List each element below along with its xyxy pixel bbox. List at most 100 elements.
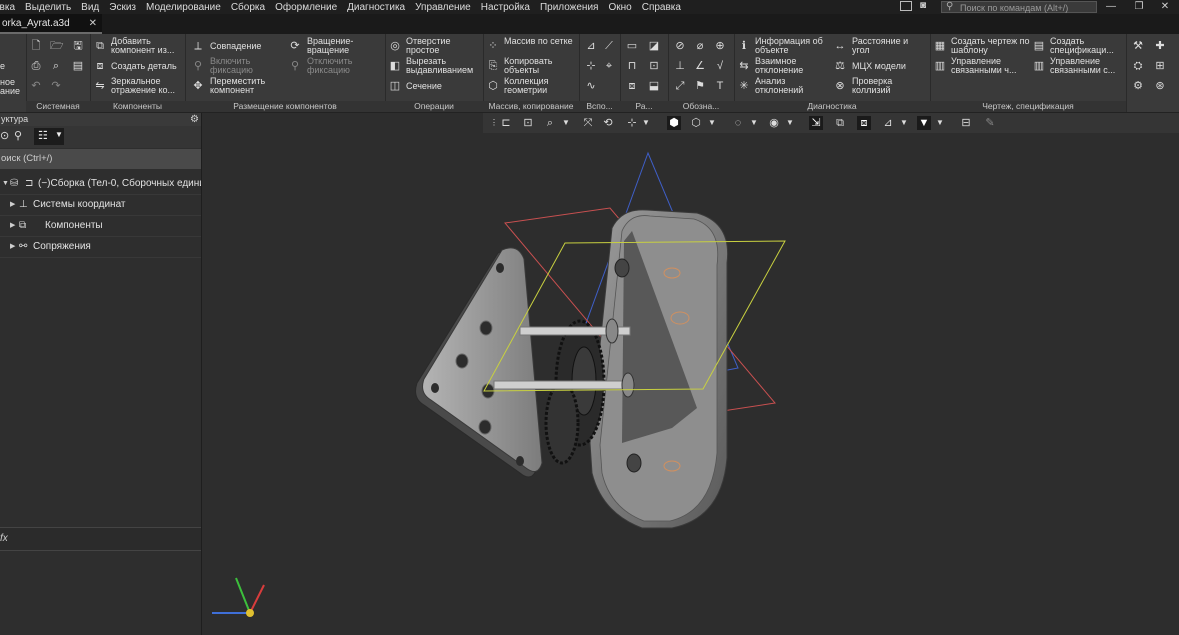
menu-modeling[interactable]: Моделирование — [146, 2, 227, 13]
restore-button[interactable]: ❐ — [1125, 0, 1153, 14]
document-tab[interactable]: orka_Ayrat.a3d ✕ — [0, 14, 102, 34]
tree-view-select[interactable]: ☷ ▼ — [34, 128, 64, 145]
angle-dimension-icon[interactable]: ∠ — [694, 60, 706, 72]
open-folder-icon[interactable]: 🗁 — [50, 40, 64, 52]
menu-design[interactable]: Оформление — [275, 2, 343, 13]
expand-arrow-icon[interactable]: ▶ — [10, 215, 15, 236]
extra-tool-3-icon[interactable]: ⛭ — [1132, 60, 1144, 72]
object-info-button[interactable]: Информация об объекте — [755, 37, 835, 55]
deviation-analysis-button[interactable]: Анализ отклонений — [755, 77, 835, 95]
system-label-1[interactable]: е — [0, 62, 5, 71]
create-part-button[interactable]: Создать деталь — [111, 62, 177, 71]
menu-help[interactable]: Справка — [642, 2, 687, 13]
tree-item-components[interactable]: ▶ ⧉ Компоненты — [0, 215, 201, 237]
ra-body-icon[interactable]: ⬓ — [648, 80, 660, 92]
create-drawing-button[interactable]: Создать чертеж по шаблону — [951, 37, 1031, 55]
menu-assembly[interactable]: Сборка — [231, 2, 271, 13]
ra-edge-icon[interactable]: ⊓ — [626, 60, 638, 72]
mark-icon[interactable]: ⚑ — [694, 80, 706, 92]
close-window-button[interactable]: ✕ — [1151, 0, 1179, 14]
mirror-component-button[interactable]: Зеркальное отражение ко... — [111, 77, 183, 95]
camera-icon[interactable]: ◙ — [920, 0, 926, 11]
disable-fix-button[interactable]: Отключить фиксацию — [307, 57, 377, 75]
diameter-icon[interactable]: ⌀ — [694, 40, 706, 52]
close-tab-icon[interactable]: ✕ — [89, 14, 97, 34]
aux-curve-icon[interactable]: ∿ — [585, 80, 597, 92]
menu-sketch[interactable]: Эскиз — [109, 2, 142, 13]
aux-point-icon[interactable]: ⊹ — [585, 60, 597, 72]
extra-tool-5-icon[interactable]: ⚙ — [1132, 80, 1144, 92]
ra-face-icon[interactable]: ⊡ — [648, 60, 660, 72]
add-component-button[interactable]: Добавить компонент из... — [111, 37, 183, 55]
move-component-button[interactable]: Переместить компонент — [210, 77, 280, 95]
assembly-model-render[interactable] — [202, 113, 1179, 635]
mass-properties-button[interactable]: МЦХ модели — [852, 62, 906, 71]
ra-shape-icon[interactable]: ⧈ — [626, 80, 638, 92]
extra-tool-2-icon[interactable]: ✚ — [1154, 40, 1166, 52]
menu-apps[interactable]: Приложения — [540, 2, 605, 13]
aux-axis-icon[interactable]: ⟋ — [603, 40, 615, 52]
expand-arrow-icon[interactable]: ▶ — [10, 236, 15, 257]
save-icon[interactable]: 🖫 — [72, 40, 84, 52]
distance-angle-button[interactable]: Расстояние и угол — [852, 37, 928, 55]
menu-management[interactable]: Управление — [415, 2, 477, 13]
3d-viewport[interactable]: ⋮ ⊏ ⊡ ⌕ ▼ ⤧ ⟲ ⊹ ▼ ⬢ ⬡ ▼ ◌ ▼ ◉ ▼ ⇲ ⧉ ⧈ ⊿ … — [202, 113, 1179, 635]
redo-icon[interactable]: ↷ — [50, 80, 62, 92]
rotate-button[interactable]: Вращение-вращение — [307, 37, 377, 55]
leader-icon[interactable]: ⤢ — [674, 80, 686, 92]
tree-item-mates[interactable]: ▶ ⚯ Сопряжения — [0, 236, 201, 258]
command-search-input[interactable]: ⚲ Поиск по командам (Alt+/) — [941, 1, 1097, 13]
gear-icon[interactable]: ⚙ — [190, 113, 199, 126]
axis-origin — [246, 609, 254, 617]
collapse-arrow-icon[interactable]: ▼ — [2, 173, 9, 194]
menu-diagnostics[interactable]: Диагностика — [347, 2, 411, 13]
manage-linked-spec-button[interactable]: Управление связанными с... — [1050, 57, 1124, 75]
new-file-icon[interactable]: 🗋 — [30, 40, 42, 52]
text-icon[interactable]: T — [714, 80, 726, 92]
create-spec-button[interactable]: Создать спецификаци... — [1050, 37, 1124, 55]
linear-dimension-icon[interactable]: ⊥ — [674, 60, 686, 72]
geometry-collection-button[interactable]: Коллекция геометрии — [504, 77, 576, 95]
menu-window[interactable]: Окно — [608, 2, 637, 13]
extra-tool-1-icon[interactable]: ⚒ — [1132, 40, 1144, 52]
menu-settings[interactable]: Настройка — [481, 2, 536, 13]
tree-item-label: Системы координат — [33, 199, 126, 210]
window-icon[interactable] — [900, 1, 912, 11]
extra-tool-6-icon[interactable]: ⊛ — [1154, 80, 1166, 92]
menu-view[interactable]: Вид — [81, 2, 105, 13]
mirror-icon: ⇋ — [95, 80, 105, 92]
extra-tool-4-icon[interactable]: ⊞ — [1154, 60, 1166, 72]
roughness-icon[interactable]: √ — [714, 60, 726, 72]
aux-plane-icon[interactable]: ⊿ — [585, 40, 597, 52]
tree-search-input[interactable]: оиск (Ctrl+/) — [0, 149, 201, 169]
cut-extrude-button[interactable]: Вырезать выдавливанием — [406, 57, 482, 75]
section-button[interactable]: Сечение — [406, 82, 442, 91]
tree-filter-icon[interactable]: ⚲ — [14, 129, 22, 142]
preview-icon[interactable]: ⌕ — [50, 60, 62, 72]
copy-objects-button[interactable]: Копировать объекты — [504, 57, 576, 75]
minimize-button[interactable]: — — [1097, 0, 1125, 14]
coincidence-button[interactable]: Совпадение — [210, 42, 261, 51]
dimension-icon[interactable]: ⊘ — [674, 40, 686, 52]
radius-icon[interactable]: ⊕ — [714, 40, 726, 52]
properties-icon[interactable]: ▤ — [72, 60, 84, 72]
array-grid-button[interactable]: Массив по сетке — [504, 37, 576, 46]
undo-icon[interactable]: ↶ — [30, 80, 42, 92]
print-icon[interactable]: ⎙ — [30, 60, 42, 72]
tree-camera-icon[interactable]: ⊙ — [0, 129, 9, 142]
enable-fix-button[interactable]: Включить фиксацию — [210, 57, 270, 75]
formula-icon[interactable]: fx — [0, 533, 8, 544]
mutual-deviation-button[interactable]: Взаимное отклонение — [755, 57, 835, 75]
ra-box-icon[interactable]: ▭ — [626, 40, 638, 52]
expand-arrow-icon[interactable]: ▶ — [10, 194, 15, 215]
ra-solid-icon[interactable]: ◪ — [648, 40, 660, 52]
tree-item-assembly[interactable]: ▼ ⛁ ⊐ (−)Сборка (Тел-0, Сборочных едини — [0, 173, 201, 195]
collision-check-button[interactable]: Проверка коллизий — [852, 77, 928, 95]
menu-edit[interactable]: авка — [0, 2, 21, 13]
menu-select[interactable]: Выделить — [25, 2, 77, 13]
back-hole-bottom — [626, 453, 642, 473]
hole-button[interactable]: Отверстие простое — [406, 37, 478, 55]
manage-linked-drawings-button[interactable]: Управление связанными ч... — [951, 57, 1031, 75]
aux-line-icon[interactable]: ⌖ — [603, 60, 615, 72]
tree-item-coordinate-systems[interactable]: ▶ ⊥ Системы координат — [0, 194, 201, 216]
